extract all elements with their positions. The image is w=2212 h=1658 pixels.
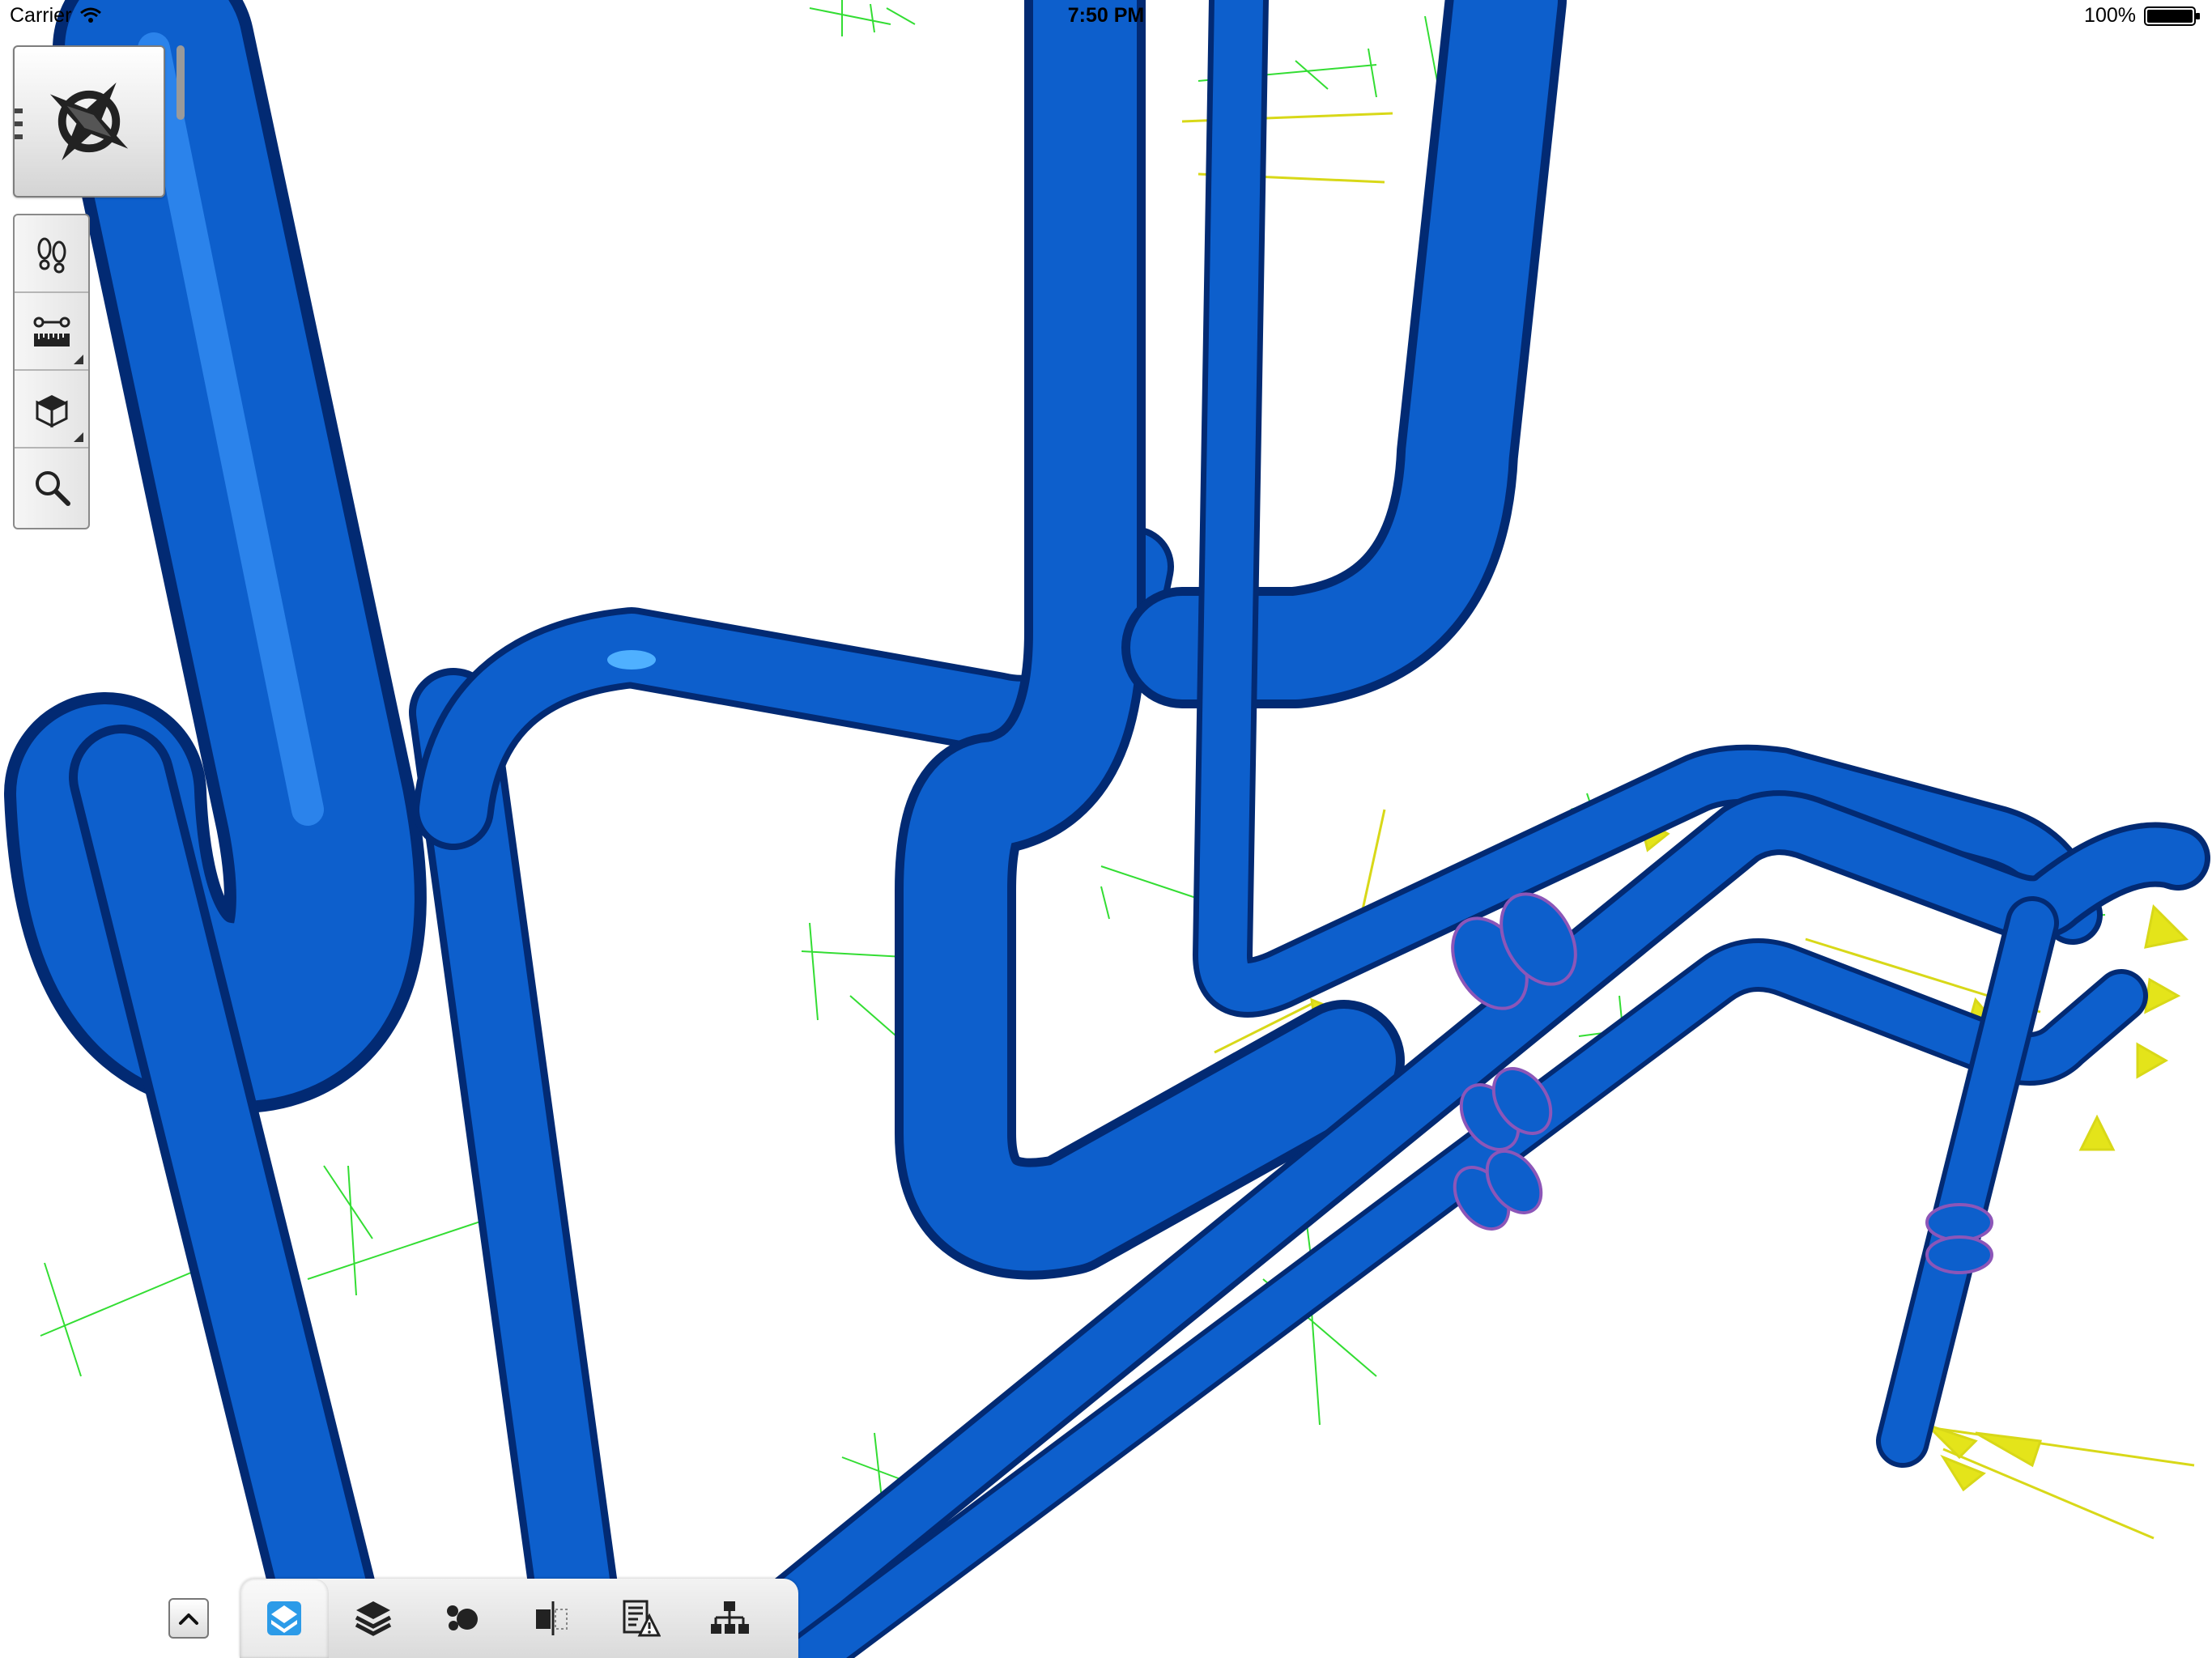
zoom-tool-button[interactable] [15,449,88,526]
walk-tool-button[interactable] [15,215,88,293]
section-plane-icon [536,1601,568,1635]
hierarchy-tree-icon [711,1601,749,1634]
measure-ruler-icon [33,317,70,346]
expand-panel-button[interactable] [168,1598,209,1639]
tab-hierarchy[interactable] [685,1579,774,1658]
navigation-mode-button[interactable] [13,45,165,198]
panel-resize-handle[interactable] [177,45,185,120]
layers-icon [355,1601,392,1636]
tab-section[interactable] [507,1579,596,1658]
walk-footprints-icon [37,237,66,274]
tab-objects[interactable] [418,1579,507,1658]
measure-tool-button[interactable] [15,293,88,371]
drag-grip-icon[interactable] [13,105,24,144]
model-view-icon [267,1601,301,1635]
view-cube-button[interactable] [15,371,88,449]
flanges [1451,892,1993,1274]
objects-icon [447,1605,478,1630]
zoom-magnifier-icon [36,471,70,506]
view-cube-icon [36,395,68,428]
issues-report-icon [623,1600,661,1637]
pipes [4,0,2210,1658]
tab-issues[interactable] [596,1579,685,1658]
compass-navigation-icon [49,82,129,161]
tab-model-view[interactable] [240,1579,329,1658]
bottom-tab-bar [240,1579,798,1658]
tab-layers[interactable] [329,1579,418,1658]
chevron-up-icon [179,1613,198,1625]
submenu-indicator [74,432,83,442]
tool-strip [13,214,90,529]
submenu-indicator [74,355,83,364]
model-viewport[interactable] [0,0,2212,1658]
